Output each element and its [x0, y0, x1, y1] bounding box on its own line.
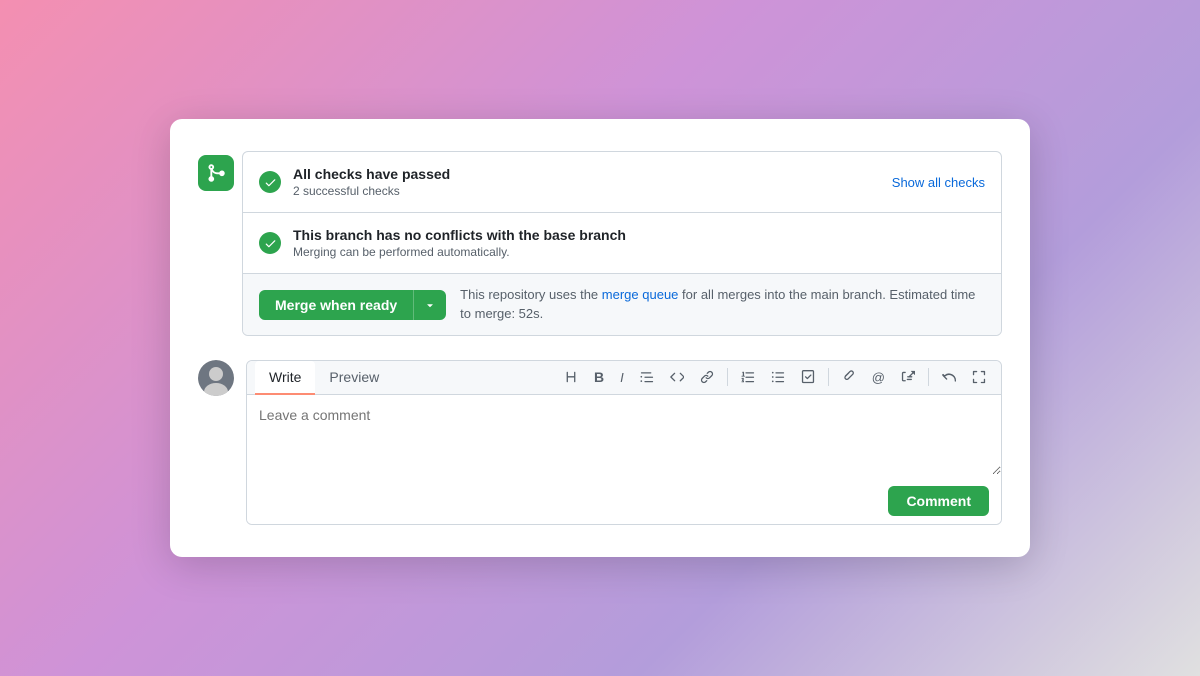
code-icon: [670, 370, 684, 384]
checks-section: All checks have passed 2 successful chec…: [198, 151, 1002, 335]
toolbar-link-btn[interactable]: [693, 366, 721, 388]
left-icon-column: [198, 151, 242, 335]
main-card: All checks have passed 2 successful chec…: [170, 119, 1030, 556]
merge-info-prefix: This repository uses the: [460, 287, 598, 302]
merge-button-group: Merge when ready: [259, 290, 446, 320]
comment-footer: Comment: [247, 478, 1001, 524]
merge-action-row: Merge when ready This repository uses th…: [243, 274, 1001, 334]
toolbar-fullscreen-btn[interactable]: [965, 366, 993, 388]
toolbar-bold-btn[interactable]: B: [587, 365, 611, 389]
check-text-1: All checks have passed 2 successful chec…: [293, 166, 880, 198]
toolbar-divider-3: [928, 368, 929, 386]
avatar-image: [198, 360, 234, 396]
heading-icon: [564, 370, 578, 384]
merge-dropdown-button[interactable]: [414, 290, 446, 320]
checkmark-icon-1: [264, 176, 277, 189]
merge-when-ready-button[interactable]: Merge when ready: [259, 290, 414, 320]
toolbar-ref-btn[interactable]: [894, 366, 922, 388]
toolbar-quote-btn[interactable]: [633, 366, 661, 388]
merge-info-text: This repository uses the merge queue for…: [460, 286, 985, 322]
toolbar-code-btn[interactable]: [663, 366, 691, 388]
cross-reference-icon: [901, 370, 915, 384]
tasklist-icon: [801, 370, 815, 384]
chevron-down-icon: [424, 299, 436, 311]
toolbar-italic-btn[interactable]: I: [613, 366, 631, 389]
toolbar-divider-2: [828, 368, 829, 386]
merge-queue-link[interactable]: merge queue: [602, 287, 679, 302]
toolbar-divider-1: [727, 368, 728, 386]
unordered-list-icon: [771, 370, 785, 384]
check-title-1: All checks have passed: [293, 166, 880, 182]
tab-preview[interactable]: Preview: [315, 361, 393, 395]
check-subtitle-1: 2 successful checks: [293, 184, 880, 198]
check-text-2: This branch has no conflicts with the ba…: [293, 227, 985, 259]
toolbar-tasklist-btn[interactable]: [794, 366, 822, 388]
attach-icon: [842, 370, 856, 384]
undo-icon: [942, 370, 956, 384]
checks-panel: All checks have passed 2 successful chec…: [242, 151, 1002, 335]
user-avatar: [198, 360, 234, 396]
toolbar-attach-btn[interactable]: [835, 366, 863, 388]
quote-icon: [640, 370, 654, 384]
comment-textarea[interactable]: [247, 395, 1001, 475]
check-pass-icon-1: [259, 171, 281, 193]
git-merge-icon: [206, 163, 226, 183]
toolbar-mention-btn[interactable]: @: [865, 366, 892, 389]
checkmark-icon-2: [264, 237, 277, 250]
toolbar-heading-btn[interactable]: [557, 366, 585, 388]
check-row-2: This branch has no conflicts with the ba…: [243, 213, 1001, 274]
fullscreen-icon: [972, 370, 986, 384]
comment-tabs: Write Preview B I: [247, 361, 1001, 395]
editor-toolbar: B I: [557, 361, 993, 394]
link-icon: [700, 370, 714, 384]
check-row-1: All checks have passed 2 successful chec…: [243, 152, 1001, 213]
tab-write[interactable]: Write: [255, 361, 315, 395]
check-subtitle-2: Merging can be performed automatically.: [293, 245, 985, 259]
merge-icon-box: [198, 155, 234, 191]
toolbar-undo-btn[interactable]: [935, 366, 963, 388]
submit-comment-button[interactable]: Comment: [888, 486, 989, 516]
toolbar-ol-btn[interactable]: [734, 366, 762, 388]
comment-editor-box: Write Preview B I: [246, 360, 1002, 525]
comment-section: Write Preview B I: [198, 360, 1002, 525]
show-all-checks-link[interactable]: Show all checks: [892, 175, 985, 190]
check-title-2: This branch has no conflicts with the ba…: [293, 227, 985, 243]
ordered-list-icon: [741, 370, 755, 384]
check-pass-icon-2: [259, 232, 281, 254]
toolbar-ul-btn[interactable]: [764, 366, 792, 388]
